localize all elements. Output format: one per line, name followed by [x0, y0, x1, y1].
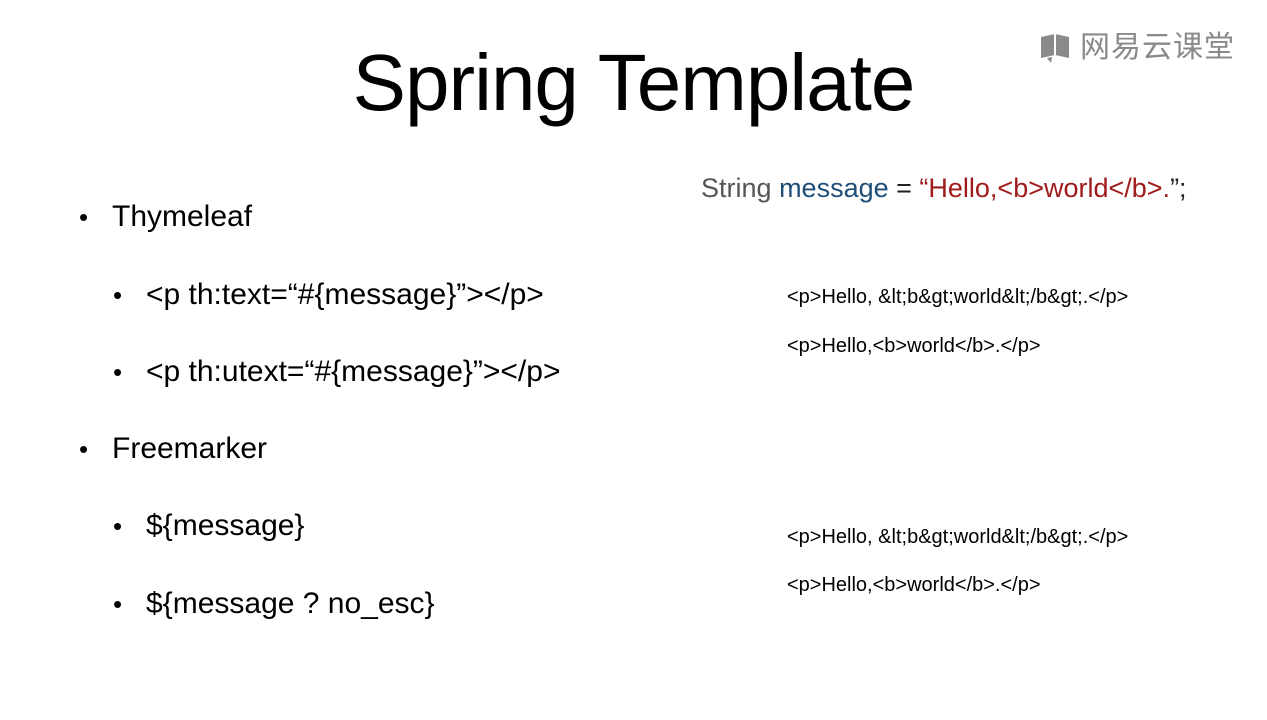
decl-close: ”;	[1170, 173, 1187, 203]
decl-variable: message	[779, 173, 889, 203]
bullet-code: ${message}	[146, 509, 305, 542]
bullet-dot-icon: •	[79, 202, 89, 232]
output-thymeleaf-escaped: <p>Hello, &lt;b&gt;world&lt;/b&gt;.</p>	[787, 286, 1129, 308]
bullet-dot-icon: •	[113, 511, 123, 541]
bullet-code: <p th:utext=“#{message}”></p>	[146, 355, 561, 388]
bullet-code: <p th:text=“#{message}”></p>	[146, 278, 544, 311]
decl-value: Hello,<b>world</b>.	[928, 173, 1171, 203]
decl-operator: =	[888, 173, 920, 203]
bullet-dot-icon: •	[113, 280, 123, 310]
bullet-code: ${message ? no_esc}	[146, 587, 435, 620]
bullet-dot-icon: •	[113, 357, 123, 387]
output-freemarker-escaped: <p>Hello, &lt;b&gt;world&lt;/b&gt;.</p>	[787, 526, 1129, 548]
output-freemarker-unescaped: <p>Hello,<b>world</b>.</p>	[787, 574, 1041, 596]
decl-type: String	[701, 173, 772, 203]
string-declaration: String message = “Hello,<b>world</b>.”;	[701, 168, 1187, 208]
bullet-label: Freemarker	[112, 432, 268, 465]
bullet-dot-icon: •	[113, 589, 123, 619]
book-logo-icon	[1041, 34, 1069, 63]
netease-cloud-classroom-logo: 网易云课堂	[1038, 28, 1235, 68]
bullet-dot-icon: •	[79, 434, 89, 464]
output-thymeleaf-unescaped: <p>Hello,<b>world</b>.</p>	[787, 335, 1041, 357]
bullet-label: Thymeleaf	[112, 200, 253, 233]
logo-text: 网易云课堂	[1080, 31, 1235, 64]
